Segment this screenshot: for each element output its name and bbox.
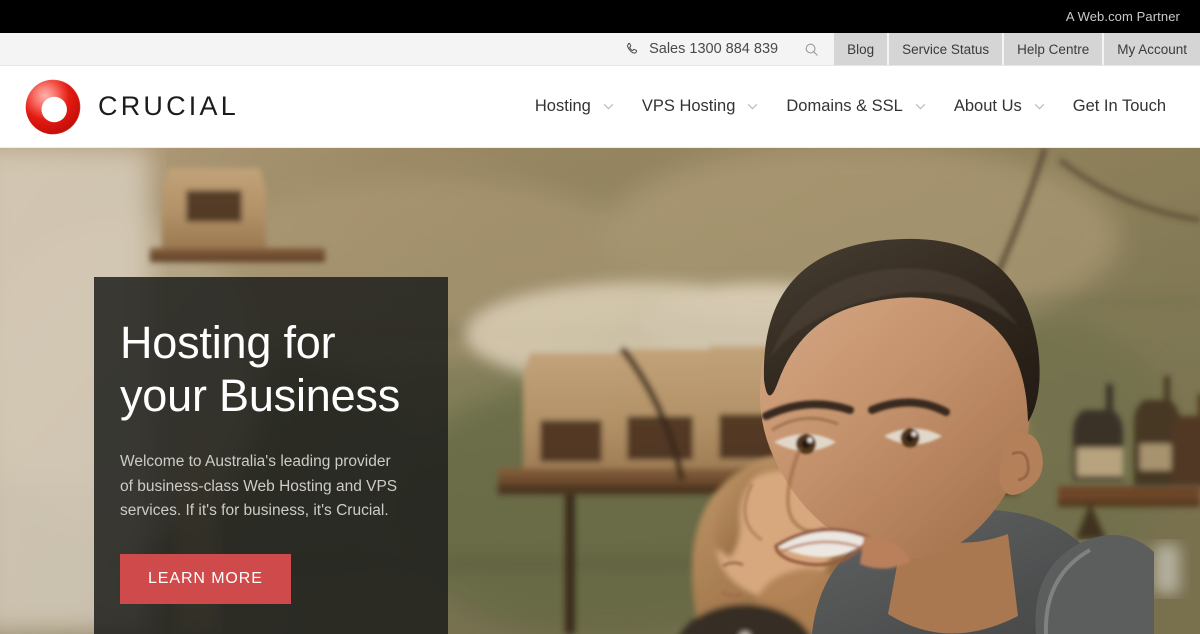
crucial-logo-text: CRUCIAL xyxy=(98,91,239,121)
nav-item-get-in-touch[interactable]: Get In Touch xyxy=(1059,98,1180,115)
nav-item-about-us[interactable]: About Us xyxy=(940,98,1059,115)
sales-phone-text: Sales 1300 884 839 xyxy=(649,41,779,57)
utility-link-service-status[interactable]: Service Status xyxy=(887,33,1003,65)
chevron-down-icon xyxy=(915,103,926,110)
partner-bar-text: A Web.com Partner xyxy=(1065,9,1180,24)
crucial-logo[interactable]: CRUCIAL xyxy=(0,76,239,138)
utility-links: Blog Service Status Help Centre My Accou… xyxy=(832,33,1200,65)
nav-item-label: Get In Touch xyxy=(1072,97,1166,116)
phone-handset-icon xyxy=(625,41,640,57)
nav-item-label: About Us xyxy=(953,97,1022,116)
utility-link-my-account[interactable]: My Account xyxy=(1102,33,1200,65)
nav-item-label: Domains & SSL xyxy=(786,97,903,116)
hero-title: Hosting for your Business xyxy=(120,317,401,421)
hero-subtitle: Welcome to Australia's leading provider … xyxy=(120,453,398,519)
nav-item-domains-ssl[interactable]: Domains & SSL xyxy=(772,98,939,115)
nav-item-vps-hosting[interactable]: VPS Hosting xyxy=(628,98,773,115)
main-navigation: Hosting VPS Hosting Domains & SSL About … xyxy=(521,98,1200,115)
utility-link-help-centre[interactable]: Help Centre xyxy=(1002,33,1103,65)
nav-item-label: Hosting xyxy=(534,97,591,116)
nav-item-label: VPS Hosting xyxy=(641,97,736,116)
chevron-down-icon xyxy=(603,103,614,110)
sales-phone[interactable]: Sales 1300 884 839 xyxy=(625,33,790,65)
crucial-ring-logo-icon xyxy=(22,76,84,138)
hero-banner: Hosting for your Business Welcome to Aus… xyxy=(0,148,1200,634)
chevron-down-icon xyxy=(1034,103,1045,110)
hero-content-panel: Hosting for your Business Welcome to Aus… xyxy=(94,277,448,634)
site-header: CRUCIAL Hosting VPS Hosting Domains & SS… xyxy=(0,66,1200,148)
utility-bar: Sales 1300 884 839 Blog Service Status H… xyxy=(0,33,1200,66)
search-icon xyxy=(804,42,819,57)
nav-item-hosting[interactable]: Hosting xyxy=(521,98,628,115)
chevron-down-icon xyxy=(747,103,758,110)
learn-more-button[interactable]: LEARN MORE xyxy=(120,554,291,605)
search-button[interactable] xyxy=(790,33,832,65)
utility-link-blog[interactable]: Blog xyxy=(832,33,888,65)
partner-bar: A Web.com Partner xyxy=(0,0,1200,33)
